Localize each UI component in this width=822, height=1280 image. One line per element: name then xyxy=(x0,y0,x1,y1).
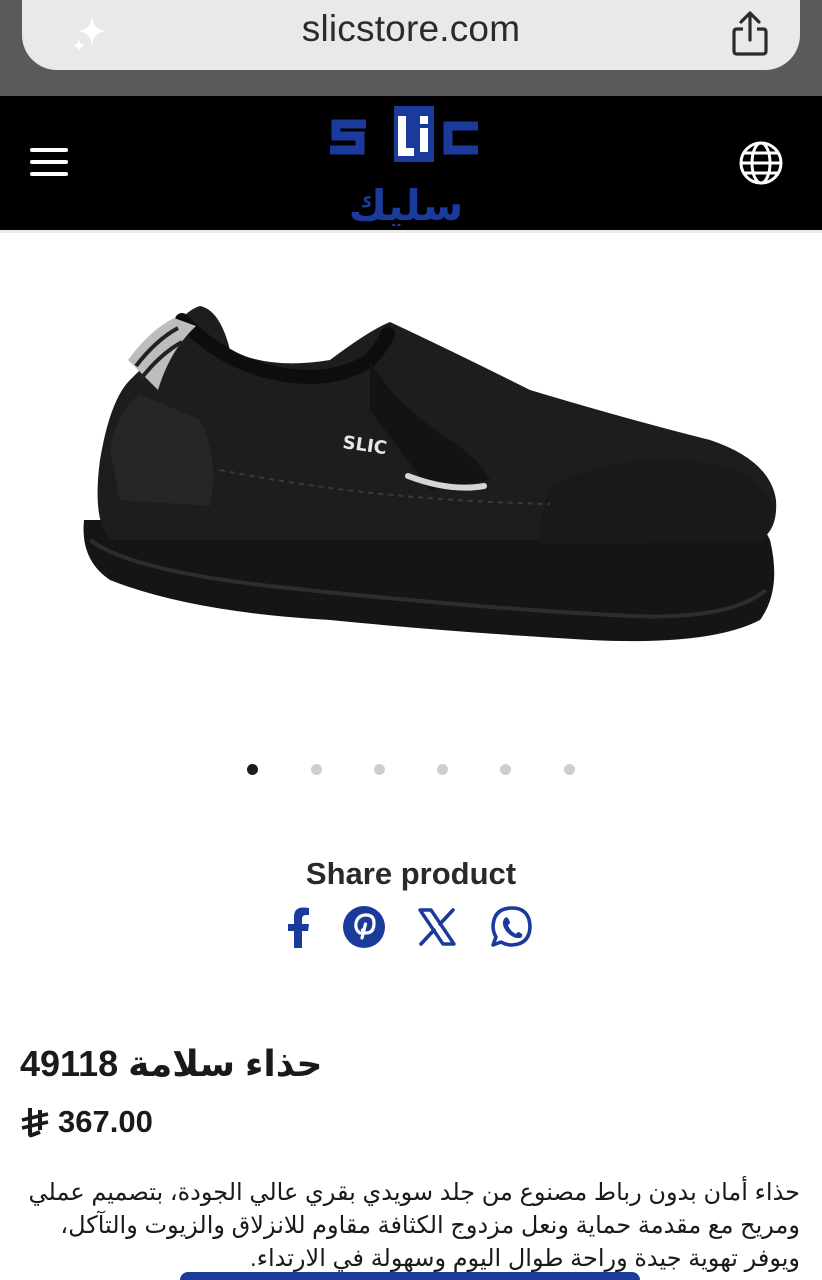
x-icon[interactable] xyxy=(414,904,460,950)
facebook-icon[interactable] xyxy=(276,904,322,950)
carousel-dot[interactable] xyxy=(500,764,511,775)
carousel-dot[interactable] xyxy=(311,764,322,775)
menu-icon[interactable] xyxy=(30,148,68,176)
carousel-dot[interactable] xyxy=(374,764,385,775)
browser-toolbar: slicstore.com xyxy=(0,0,822,96)
slic-logo[interactable]: سليك xyxy=(328,102,484,226)
pinterest-icon[interactable] xyxy=(341,904,387,950)
product-price: 367.00 xyxy=(58,1104,153,1139)
image-carousel-dots xyxy=(0,764,822,776)
product-image-shoe[interactable]: SLIC xyxy=(70,290,790,660)
share-icons xyxy=(0,904,822,954)
price-row: 367.00 xyxy=(20,1104,153,1140)
header-divider xyxy=(0,230,822,233)
carousel-dot[interactable] xyxy=(437,764,448,775)
address-bar[interactable]: slicstore.com xyxy=(22,0,800,70)
saudi-riyal-icon xyxy=(21,1108,49,1138)
whatsapp-icon[interactable] xyxy=(489,904,535,950)
share-product-title: Share product xyxy=(305,856,517,891)
url-text[interactable]: slicstore.com xyxy=(22,8,800,50)
site-header: سليك xyxy=(0,96,822,230)
carousel-dot-active[interactable] xyxy=(247,764,258,775)
carousel-dot[interactable] xyxy=(564,764,575,775)
globe-icon[interactable] xyxy=(738,140,784,186)
share-icon[interactable] xyxy=(728,10,772,58)
logo-arabic-text: سليك xyxy=(349,181,464,226)
add-to-cart-button-partial[interactable] xyxy=(180,1272,640,1280)
product-title: حذاء سلامة 49118 xyxy=(20,1043,323,1084)
product-description: حذاء أمان بدون رباط مصنوع من جلد سويدي ب… xyxy=(28,1179,800,1272)
product-title-container: حذاء سلامة 49118 xyxy=(20,1040,322,1088)
